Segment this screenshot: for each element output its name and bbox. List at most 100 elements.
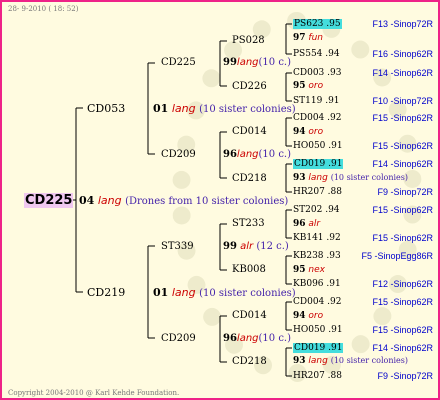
gen1-info: 01 lang (10 sister colonies) <box>153 103 296 115</box>
gen3-queen: nex <box>308 265 325 275</box>
gen3-node[interactable]: PS028 <box>232 36 265 46</box>
gen4-id: PS623 .95 <box>293 19 342 29</box>
root-id: CD225 <box>24 193 74 208</box>
gen1-node[interactable]: CD219 <box>87 287 125 298</box>
gen3-info: 96 alr <box>293 220 320 229</box>
gen1-queen: lang <box>171 286 196 299</box>
gen2-year: 96 <box>223 149 237 160</box>
gen1-queen: lang <box>171 102 196 115</box>
gen3-year: 95 <box>293 81 306 91</box>
gen2-year: 99 <box>223 57 237 68</box>
gen4-location: F15 -Sinop62R <box>372 233 433 243</box>
gen4-node[interactable]: ST202 .94 <box>293 206 340 215</box>
gen4-location: F15 -Sinop62R <box>372 325 433 335</box>
gen1-node[interactable]: CD053 <box>87 103 125 114</box>
gen2-info: 96lang(10 c.) <box>223 334 291 344</box>
gen1-info: 01 lang (10 sister colonies) <box>153 287 296 299</box>
gen3-node[interactable]: CD218 <box>232 174 267 184</box>
gen2-info: 99 alr (12 c.) <box>223 242 289 252</box>
gen3-queen: oro <box>308 127 324 137</box>
gen2-node[interactable]: CD209 <box>161 334 196 344</box>
gen2-queen: lang <box>236 149 259 160</box>
gen4-location: F5 -SinopEgg86R <box>361 251 433 261</box>
gen3-year: 94 <box>293 311 306 321</box>
gen3-info: 95 nex <box>293 266 325 275</box>
gen2-info: 99lang(10 c.) <box>223 58 291 68</box>
gen3-year: 96 <box>293 219 306 229</box>
gen2-note: (10 c.) <box>258 149 292 160</box>
gen3-info: 97 fun <box>293 34 323 43</box>
gen3-year: 95 <box>293 265 306 275</box>
gen4-location: F15 -Sinop62R <box>372 141 433 151</box>
gen4-location: F12 -Sinop62R <box>372 279 433 289</box>
gen4-node[interactable]: CD003 .93 <box>293 69 341 78</box>
gen3-queen: oro <box>308 81 324 91</box>
gen4-location: F15 -Sinop62R <box>372 205 433 215</box>
gen2-queen: alr <box>240 241 254 252</box>
gen4-node[interactable]: ST119 .91 <box>293 97 340 106</box>
gen3-year: 93 <box>293 356 306 366</box>
gen3-info: 93 lang (10 sister colonies) <box>293 174 408 183</box>
gen3-queen: alr <box>308 219 321 229</box>
gen4-location: F9 -Sinop72R <box>377 371 433 381</box>
gen2-node[interactable]: CD225 <box>161 58 196 68</box>
gen4-location: F14 -Sinop62R <box>372 343 433 353</box>
gen3-node[interactable]: CD226 <box>232 82 267 92</box>
gen1-note: (10 sister colonies) <box>199 104 296 115</box>
gen3-year: 97 <box>293 33 306 43</box>
gen3-info: 94 oro <box>293 128 323 137</box>
gen2-year: 96 <box>223 333 237 344</box>
gen4-node[interactable]: CD019 .91 <box>293 159 344 169</box>
gen4-location: F14 -Sinop62R <box>372 68 433 78</box>
gen4-node[interactable]: CD019 .91 <box>293 343 344 353</box>
pedigree-chart: 28- 9-2010 ( 18: 52) Copyright 2004-2010… <box>0 0 440 400</box>
gen4-node[interactable]: CD004 .92 <box>293 298 341 307</box>
gen1-year: 01 <box>153 102 169 115</box>
gen4-node[interactable]: HR207 .88 <box>293 188 342 197</box>
gen2-queen: lang <box>236 333 259 344</box>
gen2-note: (10 c.) <box>258 333 292 344</box>
gen3-node[interactable]: CD014 <box>232 311 267 321</box>
gen3-note: (10 sister colonies) <box>330 173 408 182</box>
gen2-year: 99 <box>223 241 237 252</box>
gen2-note: (10 c.) <box>258 57 292 68</box>
gen1-note: (10 sister colonies) <box>199 288 296 299</box>
gen4-location: F9 -Sinop72R <box>377 187 433 197</box>
gen3-queen: fun <box>308 33 323 43</box>
gen3-node[interactable]: CD014 <box>232 127 267 137</box>
copyright: Copyright 2004-2010 @ Karl Kehde Foundat… <box>8 389 180 397</box>
gen3-note: (10 sister colonies) <box>330 356 408 365</box>
gen4-node[interactable]: PS554 .94 <box>293 50 340 59</box>
gen3-node[interactable]: KB008 <box>232 265 266 275</box>
gen4-location: F15 -Sinop62R <box>372 113 433 123</box>
root-queen: lang <box>97 194 122 207</box>
gen4-node[interactable]: HR207 .88 <box>293 372 342 381</box>
gen2-node[interactable]: ST339 <box>161 242 194 252</box>
gen4-node[interactable]: HO050 .91 <box>293 326 343 335</box>
gen4-location: F14 -Sinop62R <box>372 159 433 169</box>
gen4-node[interactable]: HO050 .91 <box>293 142 343 151</box>
gen1-year: 01 <box>153 286 169 299</box>
gen3-node[interactable]: CD218 <box>232 357 267 367</box>
gen4-node[interactable]: CD004 .92 <box>293 114 341 123</box>
root-node[interactable]: CD225 <box>24 193 74 208</box>
gen4-location: F13 -Sinop72R <box>372 19 433 29</box>
gen4-node[interactable]: PS623 .95 <box>293 19 342 29</box>
gen3-info: 93 lang (10 sister colonies) <box>293 357 408 366</box>
gen3-info: 95 oro <box>293 82 323 91</box>
gen2-node[interactable]: CD209 <box>161 150 196 160</box>
gen3-info: 94 oro <box>293 312 323 321</box>
gen4-location: F16 -Sinop62R <box>372 49 433 59</box>
gen4-node[interactable]: KB096 .91 <box>293 280 341 289</box>
gen3-node[interactable]: ST233 <box>232 219 265 229</box>
gen3-year: 94 <box>293 127 306 137</box>
gen3-queen: oro <box>308 311 324 321</box>
gen4-location: F10 -Sinop72R <box>372 96 433 106</box>
gen4-node[interactable]: KB141 .92 <box>293 234 341 243</box>
gen3-queen: lang <box>308 356 328 366</box>
gen2-info: 96lang(10 c.) <box>223 150 291 160</box>
gen4-location: F15 -Sinop62R <box>372 297 433 307</box>
root-info: 04 lang (Drones from 10 sister colonies) <box>79 195 288 207</box>
gen4-node[interactable]: KB238 .93 <box>293 252 341 261</box>
gen2-queen: lang <box>236 57 259 68</box>
